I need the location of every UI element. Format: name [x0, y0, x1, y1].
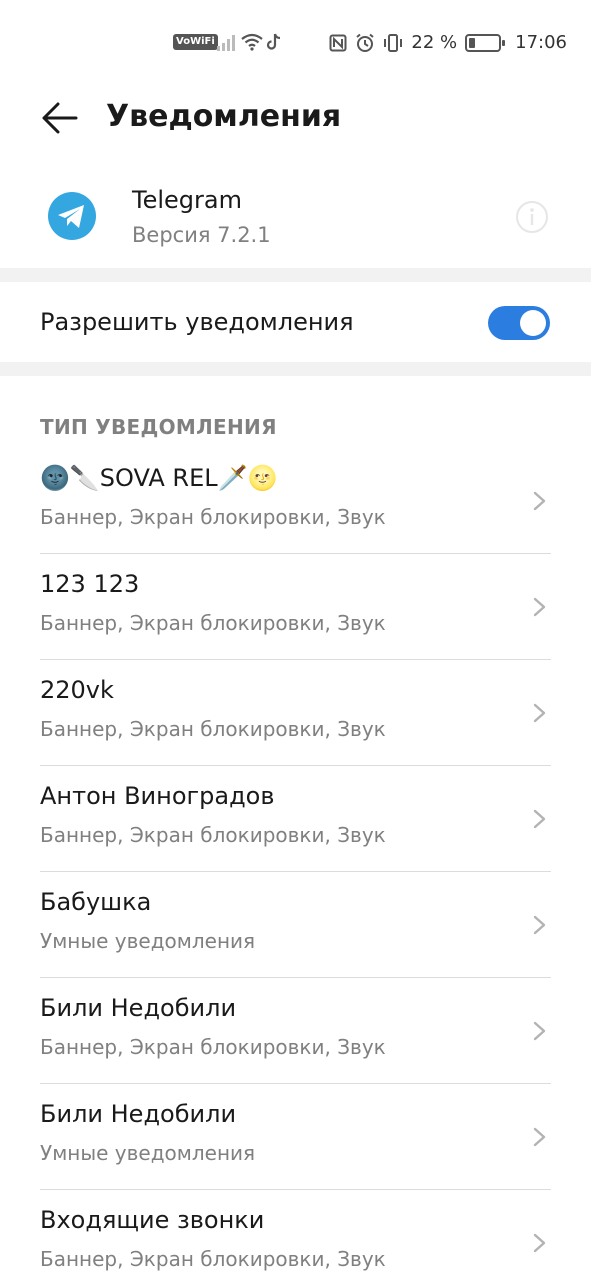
- channel-name: Антон Виноградов: [40, 782, 275, 810]
- chevron-right-icon: [533, 1021, 546, 1041]
- section-title: ТИП УВЕДОМЛЕНИЯ: [0, 376, 591, 448]
- list-item[interactable]: Бабушка Умные уведомления: [0, 872, 591, 978]
- tiktok-icon: [266, 33, 281, 50]
- battery-level-fill: [469, 37, 476, 48]
- list-item[interactable]: Били Недобили Баннер, Экран блокировки, З…: [0, 978, 591, 1084]
- allow-notifications-label: Разрешить уведомления: [40, 308, 354, 336]
- clock: 17:06: [515, 32, 567, 53]
- arrow-left-icon[interactable]: [40, 98, 80, 138]
- channel-summary: Баннер, Экран блокировки, Звук: [40, 505, 386, 529]
- list-item[interactable]: Входящие звонки Баннер, Экран блокировки,…: [0, 1190, 591, 1280]
- channel-name: 123 123: [40, 570, 140, 598]
- channel-name: Входящие звонки: [40, 1206, 265, 1234]
- notification-channel-list: 🌚🔪SOVA REL🗡️🌝 Баннер, Экран блокировки, З…: [0, 448, 591, 1280]
- section-divider: [0, 362, 591, 376]
- nfc-icon: [329, 34, 347, 51]
- list-item[interactable]: Били Недобили Умные уведомления: [0, 1084, 591, 1190]
- channel-summary: Баннер, Экран блокировки, Звук: [40, 717, 386, 741]
- section-divider: [0, 268, 591, 282]
- status-bar: VoWiFi 22 % 17:06: [0, 0, 591, 86]
- wifi-icon: [241, 33, 263, 51]
- signal-icon: [217, 35, 235, 51]
- app-version: Версия 7.2.1: [132, 223, 271, 247]
- allow-notifications-toggle[interactable]: [488, 306, 550, 340]
- app-info: Telegram Версия 7.2.1: [0, 152, 591, 268]
- chevron-right-icon: [533, 1127, 546, 1147]
- channel-name: Бабушка: [40, 888, 152, 916]
- list-item[interactable]: Антон Виноградов Баннер, Экран блокировки…: [0, 766, 591, 872]
- channel-summary: Умные уведомления: [40, 1141, 256, 1165]
- toggle-knob: [520, 310, 546, 336]
- list-item[interactable]: 220vk Баннер, Экран блокировки, Звук: [0, 660, 591, 766]
- channel-summary: Баннер, Экран блокировки, Звук: [40, 823, 386, 847]
- chevron-right-icon: [533, 597, 546, 617]
- chevron-right-icon: [533, 1233, 546, 1253]
- channel-name: Били Недобили: [40, 994, 237, 1022]
- channel-summary: Баннер, Экран блокировки, Звук: [40, 1035, 386, 1059]
- chevron-right-icon: [533, 809, 546, 829]
- chevron-right-icon: [533, 703, 546, 723]
- channel-name: 220vk: [40, 676, 114, 704]
- info-icon[interactable]: [515, 200, 549, 234]
- telegram-icon: [48, 192, 96, 240]
- channel-name: Били Недобили: [40, 1100, 237, 1128]
- page-title: Уведомления: [106, 99, 342, 134]
- allow-notifications-row[interactable]: Разрешить уведомления: [0, 282, 591, 362]
- battery-icon: [465, 33, 506, 52]
- channel-name: 🌚🔪SOVA REL🗡️🌝: [40, 464, 278, 492]
- channel-summary: Умные уведомления: [40, 929, 256, 953]
- vibrate-icon: [384, 33, 403, 52]
- alarm-icon: [356, 33, 375, 52]
- app-name: Telegram: [132, 186, 242, 214]
- chevron-right-icon: [533, 915, 546, 935]
- notification-type-heading: ТИП УВЕДОМЛЕНИЯ: [40, 415, 277, 439]
- battery-percent: 22 %: [411, 32, 458, 53]
- channel-summary: Баннер, Экран блокировки, Звук: [40, 1247, 386, 1271]
- list-item[interactable]: 123 123 Баннер, Экран блокировки, Звук: [0, 554, 591, 660]
- channel-summary: Баннер, Экран блокировки, Звук: [40, 611, 386, 635]
- vowifi-indicator: VoWiFi: [173, 34, 218, 50]
- chevron-right-icon: [533, 491, 546, 511]
- status-right: 22 % 17:06: [329, 32, 567, 53]
- list-item[interactable]: 🌚🔪SOVA REL🗡️🌝 Баннер, Экран блокировки, З…: [0, 448, 591, 554]
- header: Уведомления: [0, 86, 591, 152]
